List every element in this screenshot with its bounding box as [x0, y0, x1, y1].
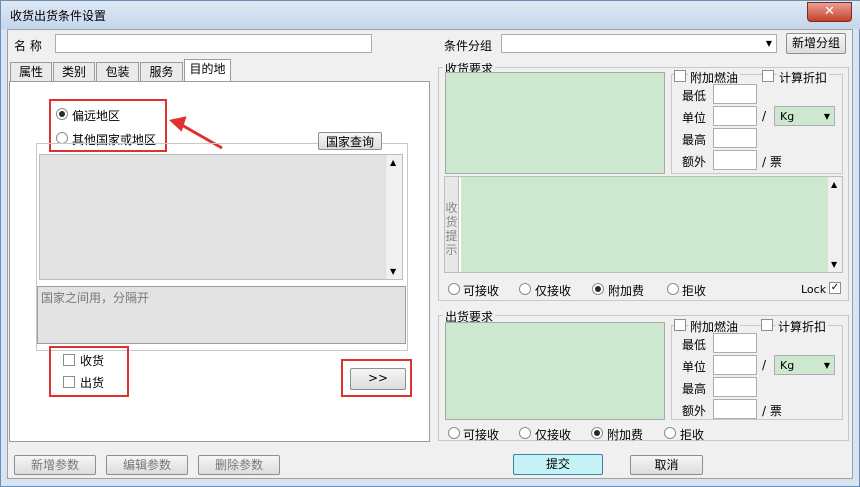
receive-hint-side-label: 收货提示 [445, 177, 459, 272]
ship-requirements-area[interactable] [445, 322, 665, 420]
chevron-down-icon: ▼ [765, 39, 772, 48]
receive-checkbox[interactable] [63, 354, 75, 366]
lock-checkbox[interactable]: ✓ [829, 282, 841, 294]
condition-group-select[interactable]: ▼ [501, 34, 777, 53]
receive-surcharge-radio[interactable] [592, 283, 604, 295]
name-input[interactable] [55, 34, 372, 53]
receive-surcharge-label: 附加费 [608, 284, 645, 298]
receive-discount-label: 计算折扣 [777, 69, 830, 86]
receive-fuel-checkbox[interactable] [674, 70, 686, 82]
receive-discount-checkbox[interactable] [762, 70, 774, 82]
receive-accept-radio[interactable] [448, 283, 460, 295]
remote-radio[interactable] [56, 108, 68, 120]
ship-fuel-checkbox[interactable] [674, 319, 686, 331]
condition-group-label: 条件分组 [444, 39, 493, 53]
tab-packaging[interactable]: 包装 [96, 62, 139, 81]
receive-reject-label: 拒收 [682, 284, 707, 298]
receive-per-ticket: / 票 [762, 155, 782, 169]
chevron-down-icon: ▼ [823, 112, 830, 121]
ship-unit-value: Kg [780, 359, 795, 372]
cancel-button[interactable]: 取消 [630, 455, 703, 475]
lock-label: Lock [801, 283, 827, 296]
receive-only-radio[interactable] [519, 283, 531, 295]
scroll-down-icon[interactable]: ▼ [831, 260, 837, 269]
ship-unit-select[interactable]: Kg ▼ [774, 355, 835, 375]
country-query-button[interactable]: 国家查询 [318, 132, 382, 150]
receive-unit-label: 单位 [682, 111, 707, 125]
ship-checkbox-label: 出货 [80, 376, 105, 390]
add-param-button[interactable]: 新增参数 [14, 455, 96, 475]
receive-reject-radio[interactable] [667, 283, 679, 295]
chevron-down-icon: ▼ [823, 361, 830, 370]
receive-checkbox-label: 收货 [80, 354, 105, 368]
receive-only-label: 仅接收 [535, 284, 572, 298]
receive-accept-label: 可接收 [463, 284, 500, 298]
delete-param-button[interactable]: 删除参数 [198, 455, 280, 475]
ship-extra-label: 额外 [682, 404, 707, 418]
scroll-up-icon[interactable]: ▲ [390, 158, 396, 167]
scroll-up-icon[interactable]: ▲ [831, 180, 837, 189]
receive-max-label: 最高 [682, 133, 707, 147]
receive-extra-label: 额外 [682, 155, 707, 169]
ship-discount-checkbox[interactable] [761, 319, 773, 331]
tab-category[interactable]: 类别 [53, 62, 95, 81]
receive-min-label: 最低 [682, 89, 707, 103]
country-list-scrollbar[interactable]: ▲ ▼ [385, 155, 402, 279]
ship-max-label: 最高 [682, 382, 707, 396]
ship-reject-label: 拒收 [680, 428, 705, 442]
title-bar [1, 1, 860, 29]
ship-accept-radio[interactable] [448, 427, 460, 439]
ship-slash: / [762, 358, 767, 372]
tab-attribute[interactable]: 属性 [10, 62, 52, 81]
name-label: 名 称 [14, 39, 42, 53]
receive-unit-select[interactable]: Kg ▼ [774, 106, 835, 126]
window-title: 收货出货条件设置 [10, 9, 107, 23]
ship-surcharge-label: 附加费 [607, 428, 644, 442]
ship-extra-input[interactable] [713, 399, 757, 419]
country-hint-textarea[interactable]: 国家之间用，分隔开 [37, 286, 406, 344]
ship-discount-label: 计算折扣 [776, 318, 829, 335]
receive-slash: / [762, 109, 767, 123]
tab-service[interactable]: 服务 [140, 62, 183, 81]
ship-max-input[interactable] [713, 377, 757, 397]
receive-unit-input[interactable] [713, 106, 757, 126]
ship-per-ticket: / 票 [762, 404, 782, 418]
receive-min-input[interactable] [713, 84, 757, 104]
edit-param-button[interactable]: 编辑参数 [106, 455, 188, 475]
country-list[interactable]: ▲ ▼ [39, 154, 403, 280]
receive-max-input[interactable] [713, 128, 757, 148]
ship-surcharge-radio[interactable] [591, 427, 603, 439]
scroll-down-icon[interactable]: ▼ [390, 267, 396, 276]
ship-unit-label: 单位 [682, 360, 707, 374]
ship-accept-label: 可接收 [463, 428, 500, 442]
ship-reject-radio[interactable] [664, 427, 676, 439]
receive-hint-area[interactable] [461, 177, 827, 272]
move-right-button[interactable]: >> [350, 368, 406, 390]
ship-checkbox[interactable] [63, 376, 75, 388]
receive-hint-scrollbar[interactable]: ▲ ▼ [827, 177, 842, 272]
receive-unit-value: Kg [780, 110, 795, 123]
receive-extra-input[interactable] [713, 150, 757, 170]
close-icon[interactable]: ✕ [807, 2, 852, 22]
ship-unit-input[interactable] [713, 355, 757, 375]
remote-radio-label: 偏远地区 [72, 109, 121, 123]
new-group-button[interactable]: 新增分组 [786, 33, 846, 54]
ship-only-label: 仅接收 [535, 428, 572, 442]
ship-only-radio[interactable] [519, 427, 531, 439]
ship-min-label: 最低 [682, 338, 707, 352]
receive-requirements-area[interactable] [445, 72, 665, 174]
ship-min-input[interactable] [713, 333, 757, 353]
tab-destination[interactable]: 目的地 [184, 59, 231, 82]
submit-button[interactable]: 提交 [513, 454, 603, 475]
